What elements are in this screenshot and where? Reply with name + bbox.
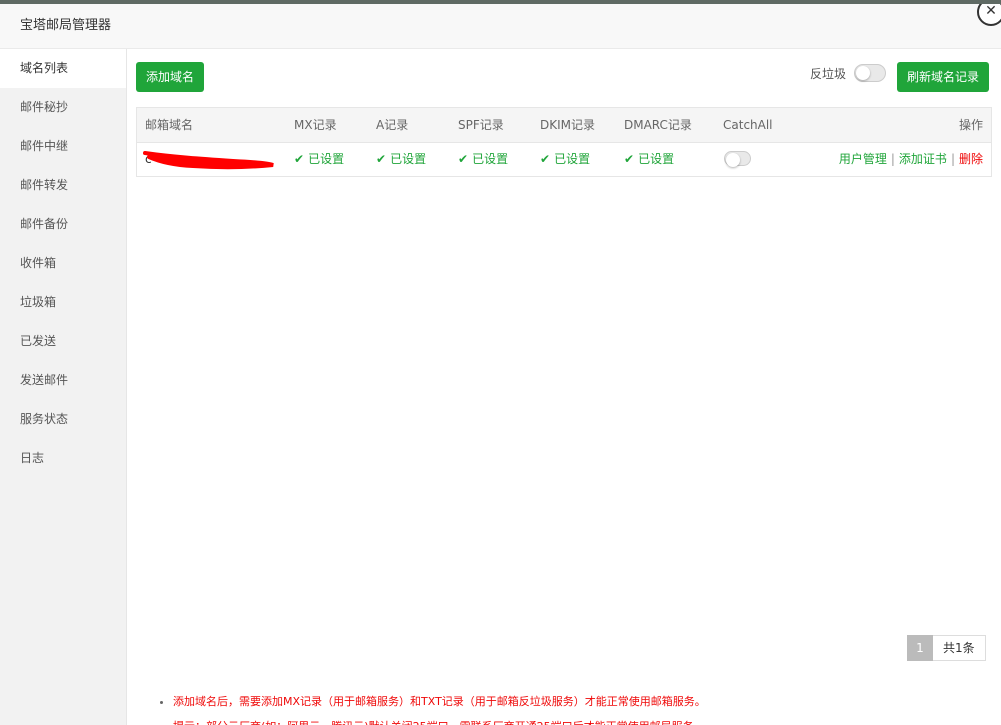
sidebar-item-inbox[interactable]: 收件箱 [0,244,126,283]
add-domain-button[interactable]: 添加域名 [136,62,205,92]
separator: | [950,152,955,166]
sidebar-item-domain-list[interactable]: 域名列表 [0,49,126,88]
table-header: 邮箱域名 MX记录 A记录 SPF记录 DKIM记录 DMARC记录 Catch… [137,108,991,143]
main-content: 添加域名 反垃圾 刷新域名记录 邮箱域名 MX记录 A记录 SPF记录 DKIM… [127,49,1001,725]
header-actions: 操作 [958,118,983,132]
user-manage-link[interactable]: 用户管理 [839,152,887,166]
spf-status: ✔ 已设置 [458,152,509,166]
separator: | [890,152,895,166]
sidebar-item-forward[interactable]: 邮件转发 [0,166,126,205]
header-domain: 邮箱域名 [145,118,194,132]
refresh-domain-records-button[interactable]: 刷新域名记录 [897,62,990,92]
delete-link[interactable]: 删除 [959,152,983,166]
catchall-toggle[interactable] [724,151,751,167]
header-spf: SPF记录 [458,118,504,132]
sidebar-item-relay[interactable]: 邮件中继 [0,127,126,166]
tip-item: 提示：部分云厂商(如：阿里云，腾讯云)默认关闭25端口，需联系厂商开通25端口后… [173,714,706,725]
check-icon: ✔ [458,152,469,166]
header-dkim: DKIM记录 [540,118,596,132]
a-status: ✔ 已设置 [376,152,427,166]
spam-filter-toggle[interactable] [854,64,886,82]
page-total: 共1条 [933,635,986,661]
check-icon: ✔ [624,152,635,166]
spam-filter-label: 反垃圾 [810,67,847,81]
tips-list: 添加域名后，需要添加MX记录（用于邮箱服务）和TXT记录（用于邮箱反垃圾服务）才… [153,689,706,725]
mail-manager-dialog: 宝塔邮局管理器 ✕ 域名列表 邮件秘抄 邮件中继 邮件转发 邮件备份 收件箱 垃… [0,4,1001,725]
tip-item: 添加域名后，需要添加MX记录（用于邮箱服务）和TXT记录（用于邮箱反垃圾服务）才… [173,689,706,714]
check-icon: ✔ [376,152,387,166]
header-a: A记录 [376,118,409,132]
pagination: 1 共1条 [907,635,986,661]
dialog-title: 宝塔邮局管理器 [0,4,1001,49]
dmarc-status: ✔ 已设置 [624,152,675,166]
sidebar-item-backup[interactable]: 邮件备份 [0,205,126,244]
sidebar-item-service-status[interactable]: 服务状态 [0,400,126,439]
dkim-status: ✔ 已设置 [540,152,591,166]
header-catchall: CatchAll [723,118,773,132]
redaction-scribble [143,151,274,170]
sidebar-item-bcc[interactable]: 邮件秘抄 [0,88,126,127]
sidebar-item-spam[interactable]: 垃圾箱 [0,283,126,322]
add-cert-link[interactable]: 添加证书 [899,152,947,166]
table-row: c ✔ 已设置 ✔ 已设置 ✔ 已设置 ✔ 已设置 ✔ 已设置 用户管理 | 添加证书 | 删除 [137,143,991,176]
check-icon: ✔ [540,152,551,166]
sidebar-item-sent[interactable]: 已发送 [0,322,126,361]
check-icon: ✔ [294,152,305,166]
domain-table: 邮箱域名 MX记录 A记录 SPF记录 DKIM记录 DMARC记录 Catch… [136,107,992,177]
sidebar-item-compose[interactable]: 发送邮件 [0,361,126,400]
header-dmarc: DMARC记录 [624,118,692,132]
sidebar-item-logs[interactable]: 日志 [0,439,126,478]
sidebar: 域名列表 邮件秘抄 邮件中继 邮件转发 邮件备份 收件箱 垃圾箱 已发送 发送邮… [0,49,127,725]
page-1-button[interactable]: 1 [907,635,933,661]
header-mx: MX记录 [294,118,337,132]
row-actions: 用户管理 | 添加证书 | 删除 [839,143,983,176]
mx-status: ✔ 已设置 [294,152,345,166]
